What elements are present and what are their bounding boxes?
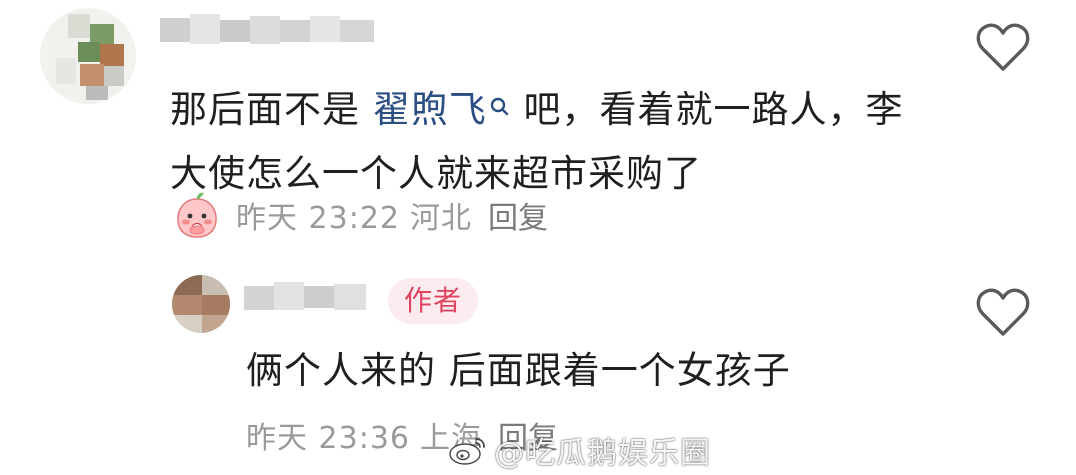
author-avatar[interactable] [172,275,230,333]
reply-time: 昨天 23:36 [246,421,410,456]
comment-text-before: 那后面不是 [170,88,373,131]
heart-outline-icon[interactable] [975,287,1031,339]
reply-body: 俩个人来的 后面跟着一个女孩子 [246,349,791,392]
search-icon[interactable] [489,82,511,116]
heart-outline-icon[interactable] [975,22,1031,74]
commenter-avatar[interactable] [40,8,136,104]
comment-meta: 昨天 23:22 河北 回复 [172,190,548,240]
reply-button[interactable]: 回复 [488,193,548,237]
comment-time: 昨天 23:22 [236,201,400,236]
author-badge: 作者 [388,278,479,324]
comment-location: 河北 [410,201,472,236]
watermark: @吃瓜鹅娱乐圈 [448,428,711,472]
peach-emoji-icon[interactable] [172,190,222,240]
mention-link[interactable]: 翟煦飞 [373,88,487,131]
comment-body: 那后面不是 翟煦飞 吧，看着就一路人，李大使怎么一个人就来超市采购了 [170,78,930,206]
watermark-text: @吃瓜鹅娱乐圈 [494,436,711,471]
weibo-logo [448,433,488,467]
author-name-blurred[interactable] [244,280,374,314]
commenter-name-blurred[interactable] [160,14,375,44]
